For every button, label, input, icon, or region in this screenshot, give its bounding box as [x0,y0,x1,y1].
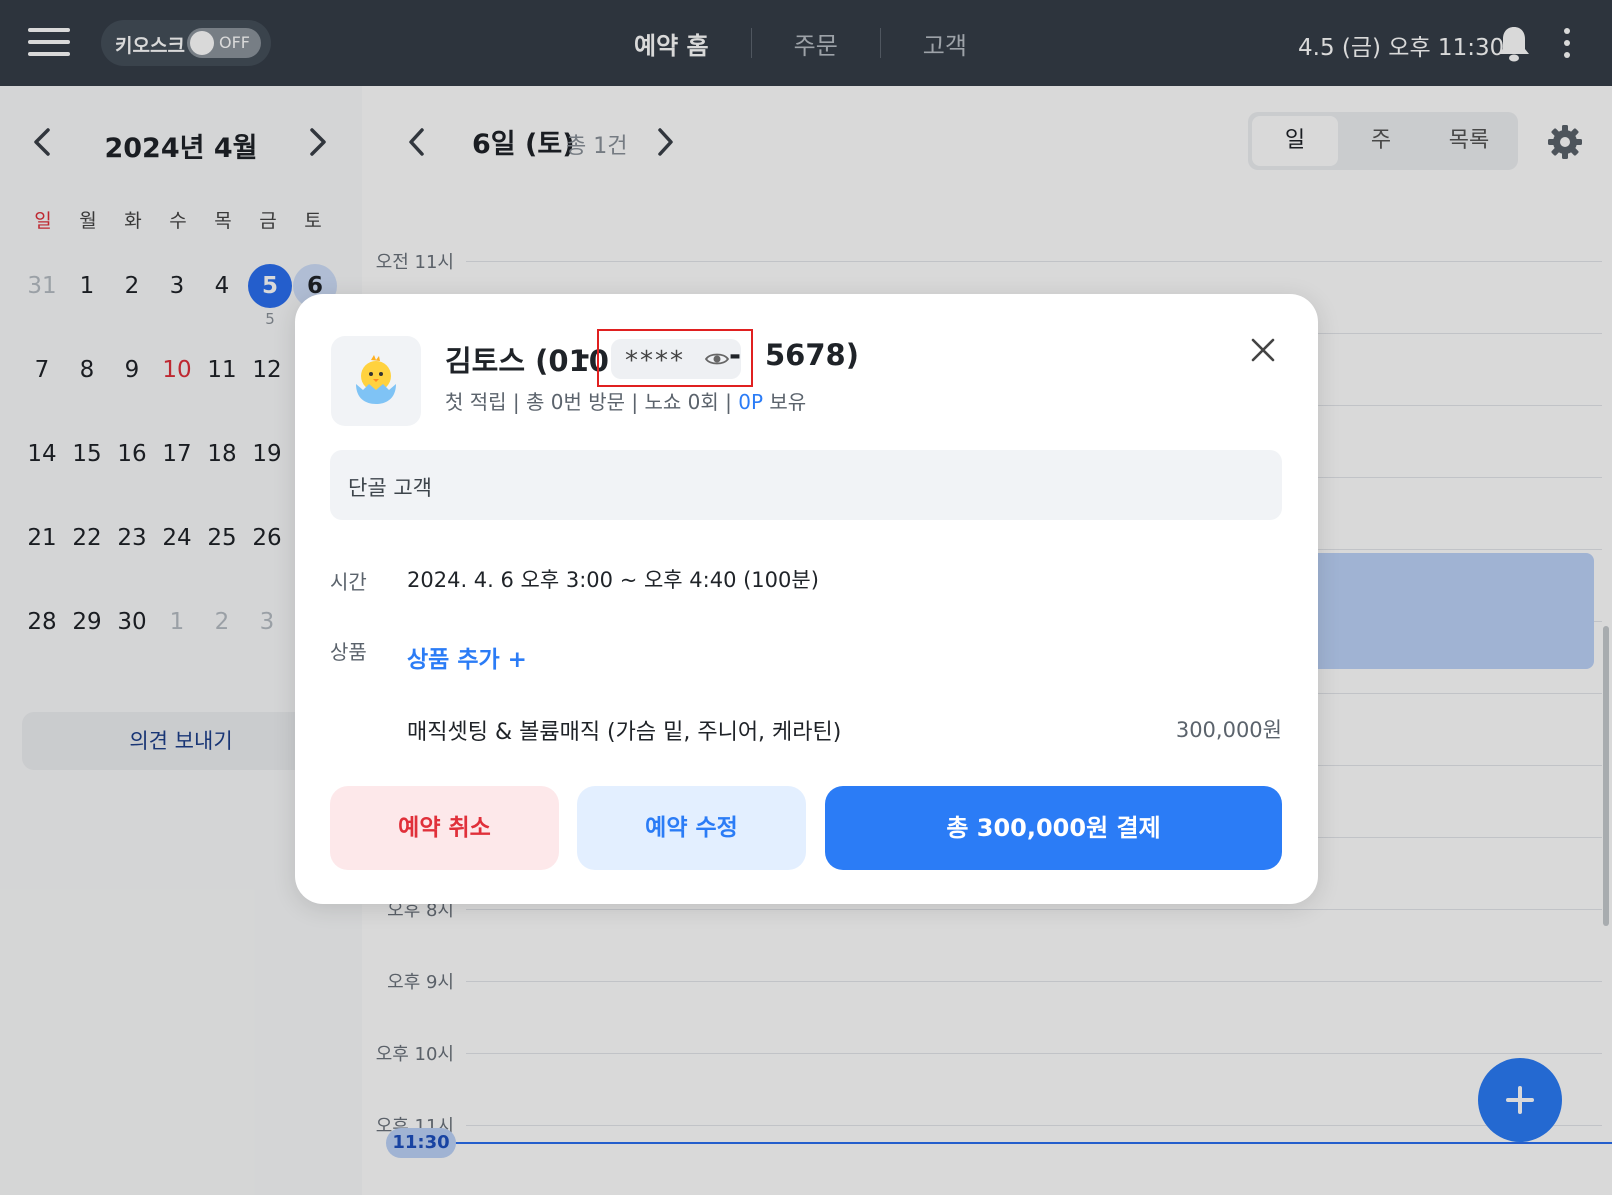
reservation-detail-modal: 김토스 (010 - **** - 5678) 첫 적립 | 총 0번 방문 |… [295,294,1318,904]
eye-icon [705,353,729,365]
stats-text: 첫 적립 | 총 0번 방문 | 노쇼 0회 | [445,390,739,414]
edit-reservation-button[interactable]: 예약 수정 [577,786,806,870]
reservation-time: 2024. 4. 6 오후 3:00 ~ 오후 4:40 (100분) [407,568,819,592]
product-name: 매직셋팅 & 볼륨매직 (가슴 밑, 주니어, 케라틴) [407,720,842,745]
phone-suffix: 5678) [765,338,859,372]
chick-avatar-icon [331,336,421,426]
memo-text: 단골 고객 [348,476,432,500]
customer-stats: 첫 적립 | 총 0번 방문 | 노쇼 0회 | 0P 보유 [445,386,806,415]
close-icon[interactable] [1249,336,1277,364]
reveal-phone-button[interactable]: **** [611,339,741,379]
phone-dash: - [729,338,742,372]
pay-button[interactable]: 총 300,000원 결제 [825,786,1282,870]
customer-memo[interactable]: 단골 고객 [330,450,1282,520]
stats-suffix: 보유 [763,390,807,414]
product-row-label: 상품 [330,640,367,664]
add-product-link[interactable]: 상품 추가 + [407,640,527,674]
product-price: 300,000원 [1175,718,1282,742]
time-row-label: 시간 [330,570,367,594]
points-value: 0P [738,390,764,414]
masked-digits: **** [625,346,685,376]
phone-dash: - [578,338,591,372]
cancel-reservation-button[interactable]: 예약 취소 [330,786,559,870]
